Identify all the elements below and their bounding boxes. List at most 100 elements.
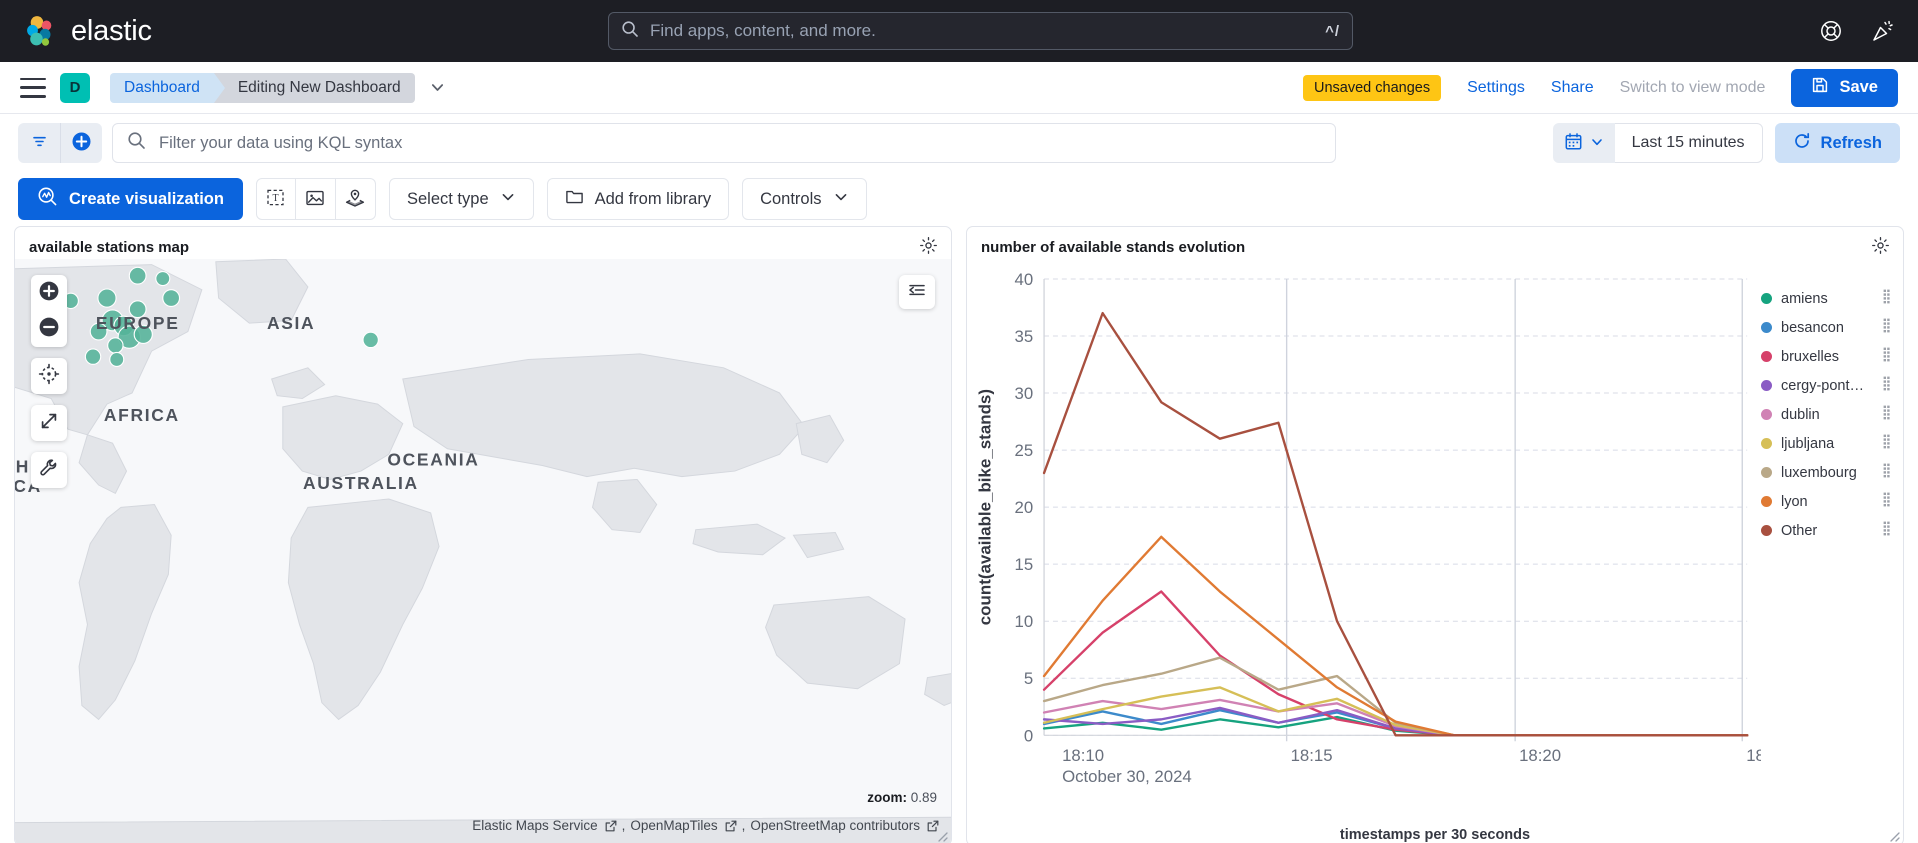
save-button[interactable]: Save: [1791, 68, 1898, 107]
legend-item[interactable]: luxembourg: [1761, 463, 1891, 482]
breadcrumb-item-editing[interactable]: Editing New Dashboard: [213, 72, 415, 103]
create-visualization-label: Create visualization: [69, 189, 224, 208]
refresh-circular-arrow-icon: [1793, 132, 1811, 155]
map-zoom-value: 0.89: [910, 790, 937, 805]
chart-yaxis-title: count(available_bike_stands): [976, 389, 995, 625]
legend-item-actions-icon[interactable]: [1882, 521, 1891, 541]
map-locate-button[interactable]: [31, 358, 67, 394]
add-from-library-button[interactable]: Add from library: [546, 178, 730, 220]
legend-item[interactable]: amiens: [1761, 289, 1891, 308]
chart-series-line: [1042, 535, 1749, 737]
map-zoom-label-text: zoom:: [867, 790, 907, 805]
elastic-logo-icon: [24, 14, 58, 48]
legend-item[interactable]: bruxelles: [1761, 347, 1891, 366]
chart-ytick-label: 15: [1015, 555, 1034, 574]
attrib-openmaptiles[interactable]: OpenMapTiles: [630, 818, 717, 833]
nav-actions: Unsaved changes Settings Share Switch to…: [1303, 68, 1898, 107]
legend-item[interactable]: ljubljana: [1761, 434, 1891, 453]
legend-color-dot: [1761, 380, 1772, 391]
settings-link[interactable]: Settings: [1467, 79, 1525, 97]
legend-item-actions-icon[interactable]: [1882, 492, 1891, 512]
legend-item[interactable]: besancon: [1761, 318, 1891, 337]
refresh-button[interactable]: Refresh: [1774, 123, 1900, 163]
legend-color-dot: [1761, 438, 1772, 449]
legend-color-dot: [1761, 525, 1772, 536]
chart-ytick-label: 40: [1015, 270, 1034, 289]
legend-item[interactable]: Other: [1761, 521, 1891, 540]
lens-magnifier-icon: [37, 186, 58, 212]
map-tools-wrench-icon: [38, 457, 60, 484]
legend-item-actions-icon[interactable]: [1882, 463, 1891, 483]
party-popper-icon[interactable]: [1870, 18, 1896, 44]
crosshair-locate-icon: [38, 363, 60, 390]
legend-item-label: ljubljana: [1781, 435, 1835, 452]
gear-icon[interactable]: [915, 232, 941, 258]
search-shortcut-hint: ^/: [1325, 22, 1340, 40]
legend-item-actions-icon[interactable]: [1882, 405, 1891, 425]
global-search-placeholder: Find apps, content, and more.: [650, 21, 876, 40]
attrib-openstreetmap[interactable]: OpenStreetMap contributors: [750, 818, 920, 833]
space-avatar[interactable]: D: [60, 72, 90, 103]
query-bar: Filter your data using KQL syntax Last 1…: [0, 114, 1918, 172]
svg-text:EUROPE: EUROPE: [96, 313, 180, 333]
legend-item-actions-icon[interactable]: [1882, 318, 1891, 338]
global-search-input[interactable]: Find apps, content, and more. ^/: [608, 12, 1353, 50]
legend-item[interactable]: cergy-pont…: [1761, 376, 1891, 395]
date-range-display[interactable]: Last 15 minutes: [1614, 123, 1763, 163]
add-filter-button[interactable]: [60, 123, 102, 163]
chart-xtick-label: 18:10: [1062, 746, 1104, 765]
breadcrumb: Dashboard Editing New Dashboard: [110, 72, 446, 103]
switch-to-view-mode-link[interactable]: Switch to view mode: [1620, 79, 1766, 97]
controls-button[interactable]: Controls: [742, 178, 867, 220]
legend-item-label: bruxelles: [1781, 348, 1840, 365]
brand-name: elastic: [71, 14, 152, 47]
gear-icon[interactable]: [1867, 232, 1893, 258]
lifebuoy-help-icon[interactable]: [1818, 18, 1844, 44]
map-canvas[interactable]: EUROPE ASIA AFRICA OCEANIA AUSTRALIA SOU…: [15, 259, 951, 843]
legend-color-dot: [1761, 467, 1772, 478]
hamburger-menu-icon[interactable]: [20, 77, 46, 98]
map-zoom-out-button[interactable]: [31, 311, 67, 347]
chart-xtick-date: October 30, 2024: [1062, 767, 1192, 786]
panel-available-stands-evolution: number of available stands evolution 0 5 1…: [966, 226, 1904, 843]
chart-ytick-label: 25: [1015, 441, 1034, 460]
legend-item-actions-icon[interactable]: [1882, 376, 1891, 396]
share-link[interactable]: Share: [1551, 79, 1594, 97]
chart-panel-header: number of available stands evolution: [967, 227, 1903, 259]
legend-item-actions-icon[interactable]: [1882, 347, 1891, 367]
line-chart[interactable]: 0 5 10 15 20 25 30 35 40 18:10 18:15 18:20 18:25 Octo…: [971, 265, 1788, 823]
legend-color-dot: [1761, 322, 1772, 333]
legend-item-actions-icon[interactable]: [1882, 289, 1891, 309]
map-zoom-in-button[interactable]: [31, 275, 67, 311]
map-fullscreen-button[interactable]: [31, 405, 67, 441]
legend-item-label: lyon: [1781, 493, 1808, 510]
legend-item[interactable]: dublin: [1761, 405, 1891, 424]
map-legend-toggle-button[interactable]: [899, 275, 935, 309]
kql-search-input[interactable]: Filter your data using KQL syntax: [112, 123, 1336, 163]
map-zoom-control-group: [31, 275, 67, 347]
legend-color-dot: [1761, 409, 1772, 420]
add-map-panel-button[interactable]: [335, 178, 376, 220]
chart-legend: amiens besancon bruxelles cergy-pont… dublin…: [1761, 265, 1899, 823]
map-tools-button[interactable]: [31, 452, 67, 488]
image-icon: [305, 188, 325, 211]
attrib-sep-1: ,: [621, 818, 626, 833]
legend-item[interactable]: lyon: [1761, 492, 1891, 511]
add-text-panel-button[interactable]: T: [255, 178, 296, 220]
attrib-elastic-maps-service[interactable]: Elastic Maps Service: [472, 818, 597, 833]
filter-options-button[interactable]: [18, 123, 60, 163]
add-image-panel-button[interactable]: [295, 178, 336, 220]
map-tools-control: [31, 452, 67, 488]
legend-item-actions-icon[interactable]: [1882, 434, 1891, 454]
chevron-down-icon: [833, 189, 849, 210]
select-type-button[interactable]: Select type: [388, 178, 534, 220]
chart-series-line: [1042, 311, 1749, 737]
unsaved-changes-badge[interactable]: Unsaved changes: [1303, 74, 1442, 101]
create-visualization-button[interactable]: Create visualization: [18, 178, 243, 220]
brand[interactable]: elastic: [24, 14, 152, 48]
map-layers-icon: [345, 188, 365, 211]
chart-panel-resize-handle[interactable]: [1887, 829, 1900, 842]
chevron-down-icon[interactable]: [429, 79, 446, 96]
breadcrumb-item-dashboard[interactable]: Dashboard: [110, 72, 225, 103]
date-picker-calendar-button[interactable]: [1552, 123, 1615, 163]
